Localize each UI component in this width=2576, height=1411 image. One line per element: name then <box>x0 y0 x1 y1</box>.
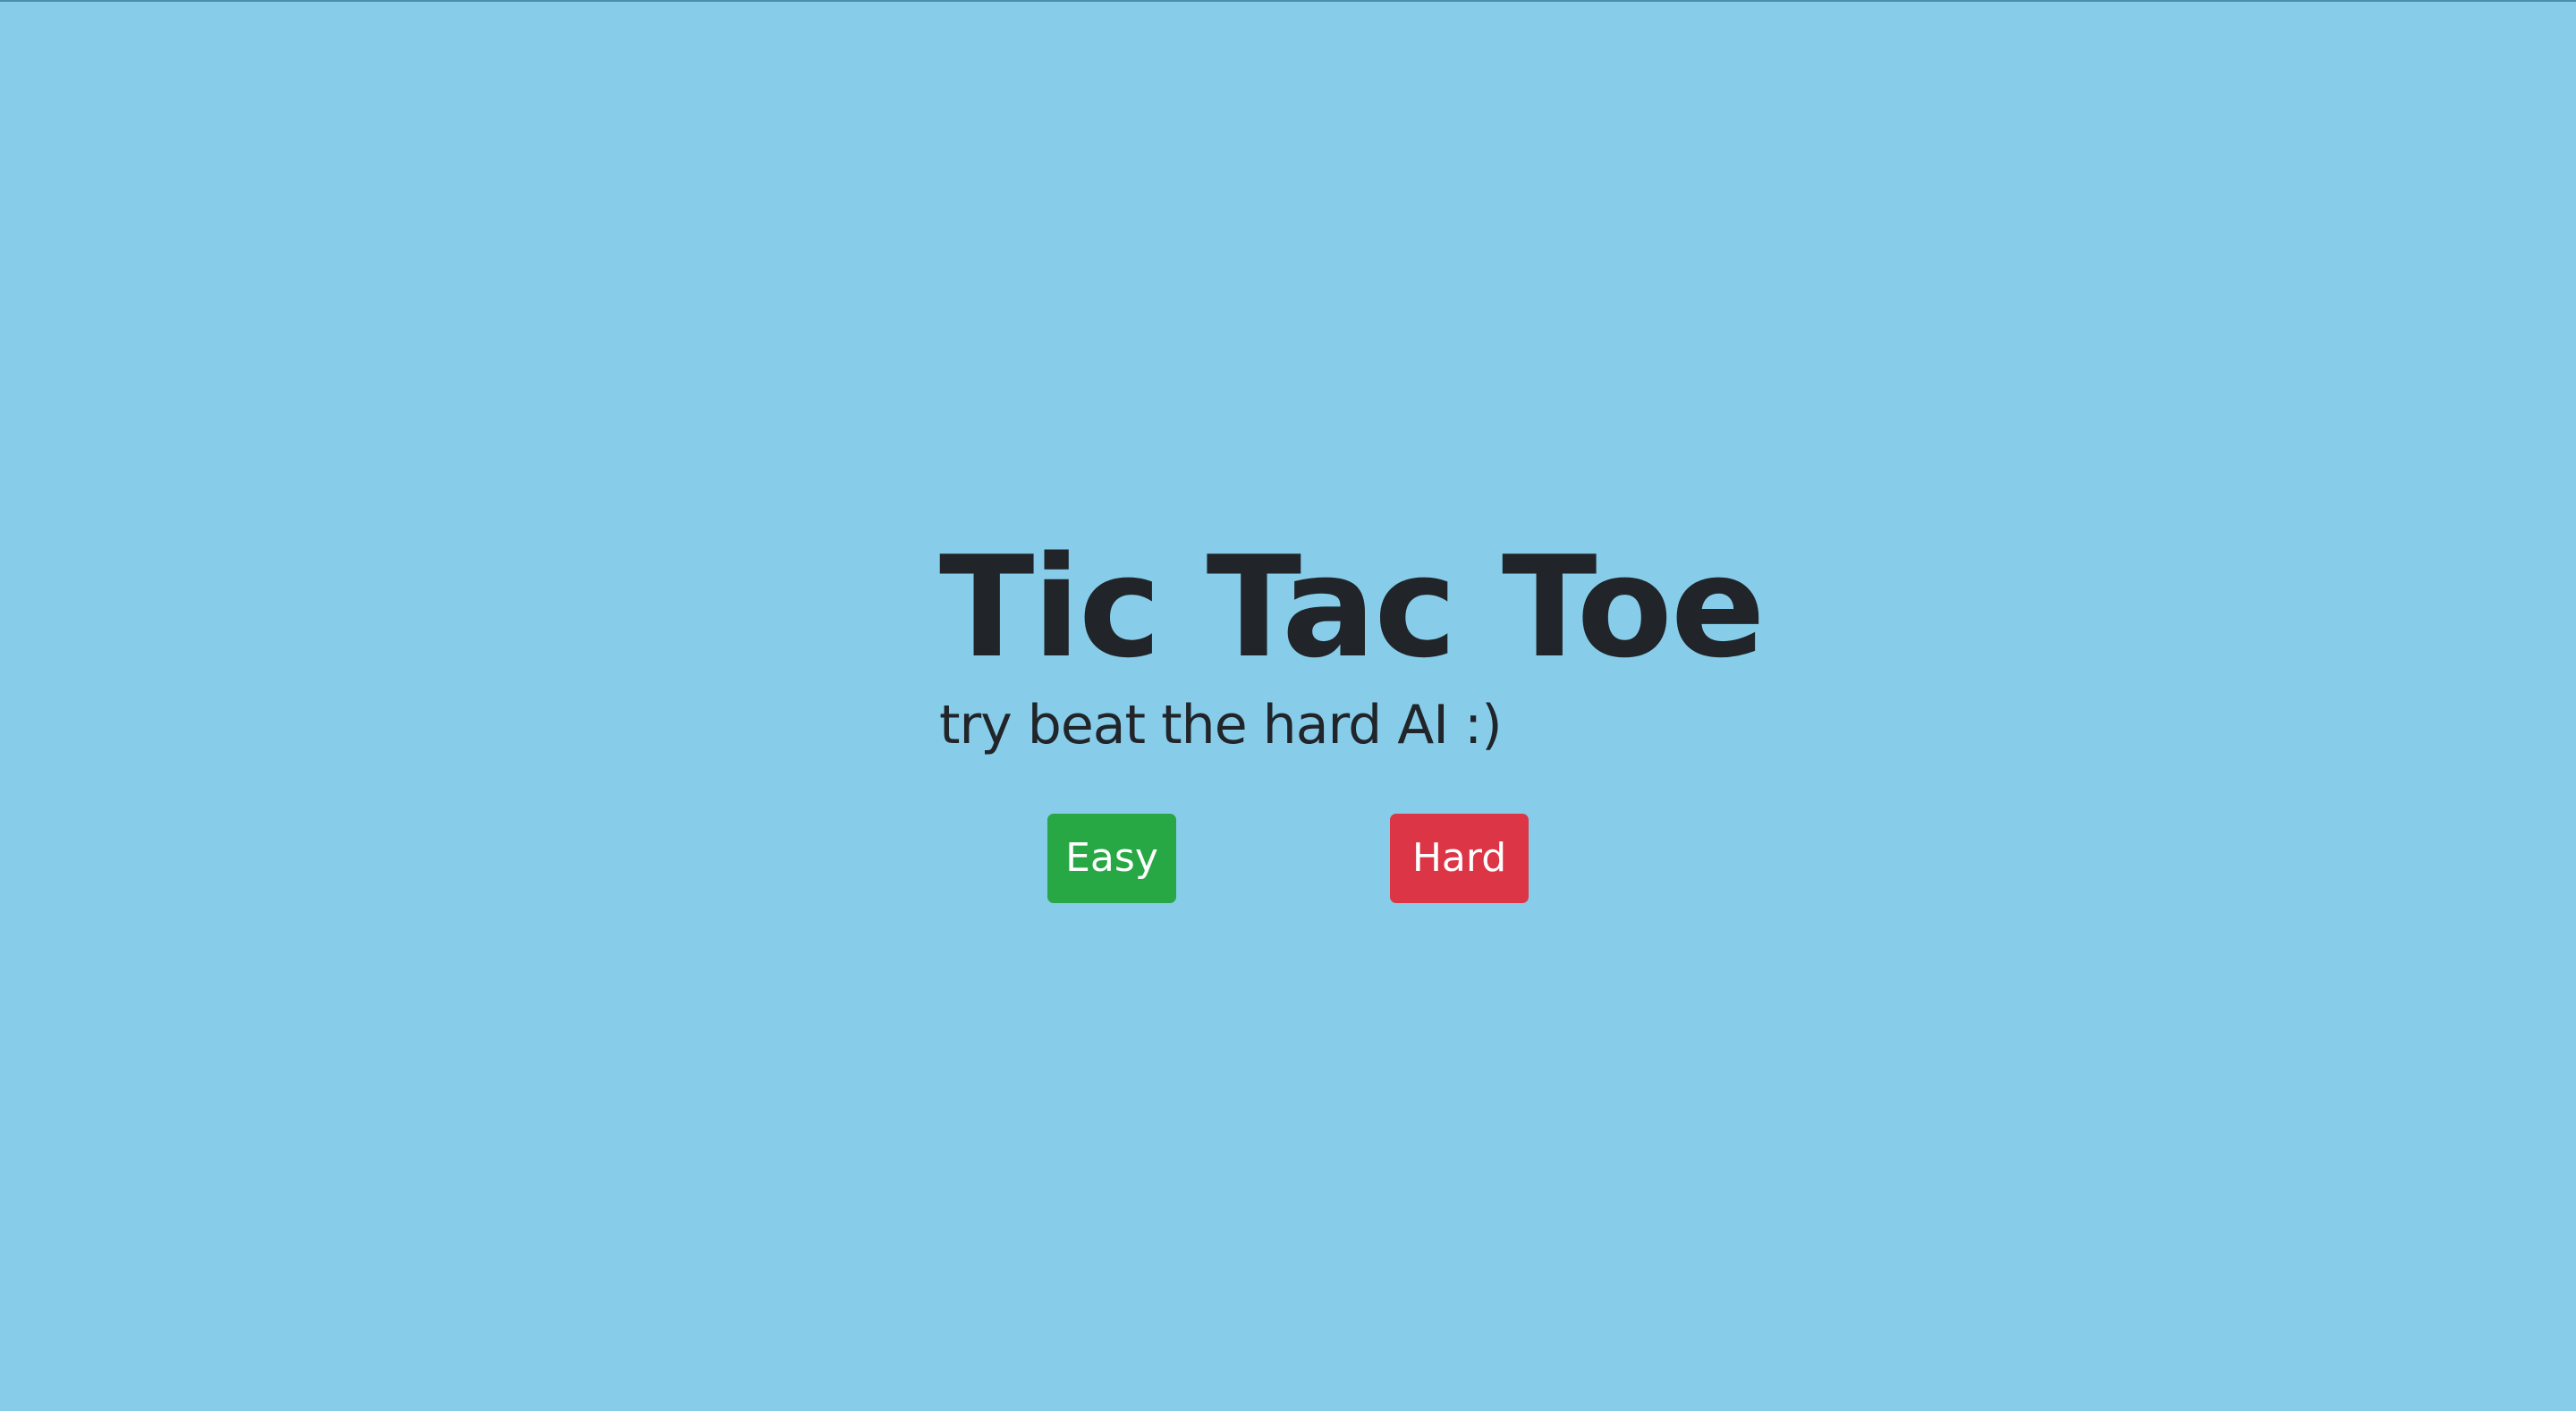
top-border <box>0 0 2576 2</box>
page-subtitle: try beat the hard AI :) <box>939 694 1503 757</box>
hard-button[interactable]: Hard <box>1390 814 1529 903</box>
easy-button[interactable]: Easy <box>1047 814 1176 903</box>
hero: Tic Tac Toe try beat the hard AI :) <box>939 526 1766 757</box>
page-title: Tic Tac Toe <box>939 526 1766 689</box>
